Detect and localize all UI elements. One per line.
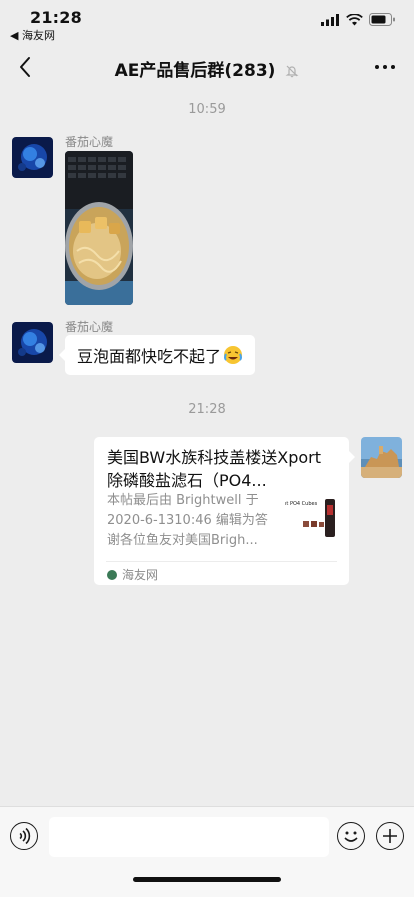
chat-title: AE产品售后群(283)	[114, 61, 276, 81]
message-text: 豆泡面都快吃不起了	[77, 347, 222, 366]
more-horizontal-icon[interactable]	[372, 57, 398, 77]
message-input[interactable]	[49, 817, 329, 857]
avatar[interactable]	[12, 322, 53, 363]
text-message-bubble[interactable]: 豆泡面都快吃不起了	[65, 335, 256, 375]
mute-icon	[285, 65, 299, 78]
plus-icon[interactable]	[376, 822, 404, 850]
status-bar: 21:28 ◀ 海友网	[0, 0, 414, 44]
source-logo-icon	[107, 569, 117, 580]
signal-icon	[321, 13, 339, 26]
my-avatar[interactable]	[361, 437, 402, 478]
timestamp: 21:28	[188, 402, 226, 417]
nav-bar: AE产品售后群(283)	[0, 44, 414, 90]
source-name: 海友网	[122, 568, 159, 582]
home-indicator[interactable]	[133, 877, 281, 882]
crying-laughing-emoji	[224, 346, 243, 364]
link-card[interactable]: 美国BW水族科技盖楼送Xport除磷酸盐滤石（PO4... 本帖最后由 Brig…	[94, 437, 349, 585]
divider	[106, 561, 337, 562]
link-card-thumbnail: ıt PO4 Cubes	[285, 497, 337, 543]
bubble-tail	[349, 451, 355, 463]
timestamp: 10:59	[188, 102, 226, 117]
wifi-icon	[346, 13, 363, 25]
avatar[interactable]	[12, 137, 53, 178]
sender-name: 番茄心魔	[65, 320, 114, 334]
emoji-icon[interactable]	[337, 822, 365, 850]
input-bar	[0, 806, 414, 897]
status-icons	[321, 13, 396, 26]
voice-icon[interactable]	[10, 822, 38, 850]
status-time: 21:28	[30, 8, 82, 27]
link-card-title: 美国BW水族科技盖楼送Xport除磷酸盐滤石（PO4...	[107, 448, 321, 490]
back-to-app-link[interactable]: ◀ 海友网	[10, 27, 55, 43]
image-message[interactable]	[65, 151, 133, 305]
battery-icon	[369, 13, 395, 26]
sender-name: 番茄心魔	[65, 135, 114, 149]
chat-title-wrap: AE产品售后群(283)	[0, 56, 414, 81]
link-card-source: 海友网	[107, 566, 158, 583]
link-card-description: 本帖最后由 Brightwell 于 2020-6-1310:46 编辑为答谢各…	[107, 493, 268, 548]
